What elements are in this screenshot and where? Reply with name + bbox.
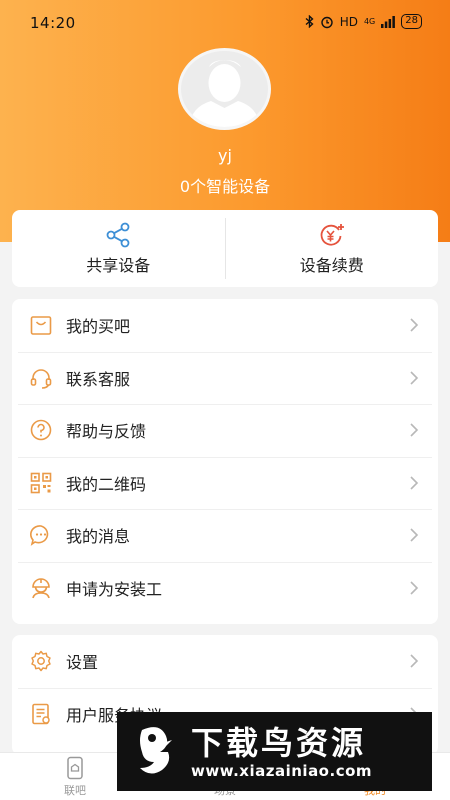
chevron-right-icon: [410, 476, 419, 490]
status-time: 14:20: [30, 14, 76, 32]
share-device-label: 共享设备: [86, 255, 151, 275]
headset-icon: [28, 365, 54, 391]
menu-label-my-messages: 我的消息: [66, 527, 131, 547]
menu-label-my-shop: 我的买吧: [66, 317, 131, 337]
menu-label-contact-support: 联系客服: [66, 369, 131, 389]
chevron-right-icon: [410, 581, 419, 595]
primary-menu-card: 我的买吧 联系客服 帮助与反馈 我的二维码 我的消息 申请为安装工: [12, 299, 438, 624]
share-icon: [106, 222, 130, 247]
menu-label-my-qr-code: 我的二维码: [66, 474, 147, 494]
tab-label-lianba: 联吧: [64, 784, 86, 797]
chevron-right-icon: [410, 318, 419, 332]
watermark-url: www.xiazainiao.com: [191, 761, 373, 780]
menu-item-my-messages[interactable]: 我的消息: [12, 509, 438, 562]
avatar[interactable]: [178, 48, 271, 130]
username: yj: [218, 146, 232, 165]
watermark-bird-logo: [127, 720, 183, 784]
default-avatar-icon: [189, 60, 260, 127]
hd-indicator: HD: [339, 14, 358, 29]
device-renewal-label: 设备续费: [299, 255, 364, 275]
device-renewal-button[interactable]: 设备续费: [226, 210, 439, 287]
chevron-right-icon: [410, 654, 419, 668]
status-icons: HD 4G 28: [305, 14, 422, 29]
network-indicator: 4G: [363, 17, 376, 26]
menu-item-contact-support[interactable]: 联系客服: [12, 351, 438, 405]
menu-item-my-qr-code[interactable]: 我的二维码: [12, 456, 438, 510]
document-icon: [28, 701, 54, 727]
menu-label-settings: 设置: [66, 653, 99, 673]
signal-bars-icon: [381, 15, 396, 28]
gear-icon: [28, 648, 54, 674]
chevron-right-icon: [410, 528, 419, 542]
message-icon: [28, 522, 54, 548]
menu-label-help-feedback: 帮助与反馈: [66, 422, 147, 442]
watermark-overlay: 下载鸟资源 www.xiazainiao.com: [117, 712, 432, 791]
watermark-title: 下载鸟资源: [191, 723, 367, 762]
menu-item-apply-installer[interactable]: 申请为安装工: [12, 561, 438, 615]
qr-code-icon: [28, 470, 54, 496]
bluetooth-icon: [305, 15, 314, 28]
shopping-bag-icon: [28, 312, 54, 338]
status-bar: 14:20 HD 4G 28: [0, 0, 450, 46]
chevron-right-icon: [410, 371, 419, 385]
worker-icon: [28, 575, 54, 601]
menu-item-settings[interactable]: 设置: [12, 635, 438, 688]
device-count[interactable]: 0个智能设备: [0, 173, 450, 197]
chevron-right-icon: [410, 423, 419, 437]
share-device-button[interactable]: 共享设备: [12, 210, 225, 287]
battery-indicator: 28: [401, 14, 422, 29]
menu-label-apply-installer: 申请为安装工: [66, 579, 163, 599]
quick-actions-card: 共享设备 设备续费: [12, 210, 438, 287]
alarm-icon: [321, 16, 333, 28]
menu-item-help-feedback[interactable]: 帮助与反馈: [12, 404, 438, 457]
phone-icon: [67, 756, 83, 780]
menu-item-my-shop[interactable]: 我的买吧: [12, 299, 438, 352]
renew-fee-icon: [320, 223, 344, 246]
help-icon: [28, 417, 54, 443]
